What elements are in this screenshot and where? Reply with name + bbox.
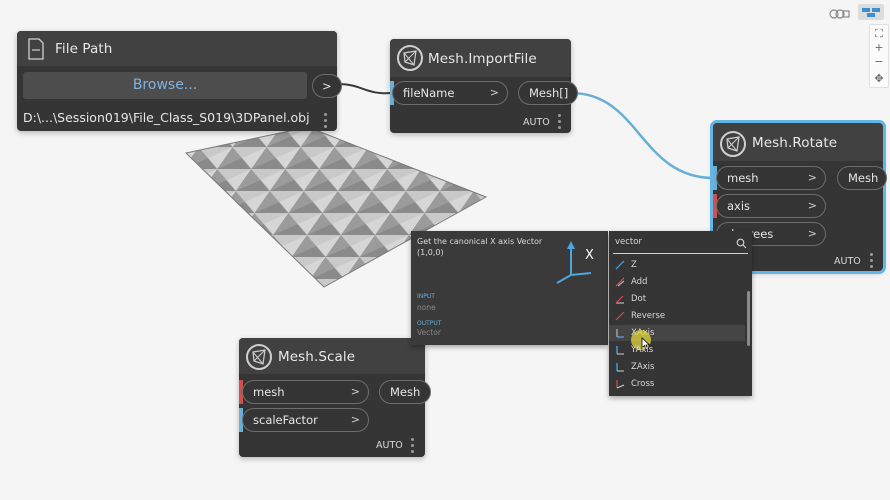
mesh-node-icon [720,131,746,157]
lacing-label: AUTO [376,440,403,451]
node-menu-icon[interactable] [411,438,414,456]
tooltip-description: Get the canonical X axis Vector [417,237,543,246]
vector-add-icon [615,277,625,286]
lacing-label: AUTO [834,256,861,267]
chevron-right-icon: > [489,86,499,99]
search-input[interactable]: vector [613,235,748,254]
mesh-node-icon [246,344,272,370]
browse-button[interactable]: Browse... [23,72,307,99]
vector-dot-icon [615,295,624,303]
mesh-node-icon [397,45,423,71]
chevron-right-icon: > [807,227,817,240]
tooltip-output-value: Vector [417,328,441,337]
node-title: Mesh.ImportFile [428,51,537,67]
node-search-panel: vector Z Add Dot Reverse XAxis YAxis ZAx… [609,231,752,396]
lacing-label: AUTO [523,117,550,128]
node-menu-icon[interactable] [558,114,561,132]
chevron-right-icon: > [807,199,817,212]
vector-reverse-icon [615,311,625,320]
search-result-zaxis[interactable]: ZAxis [615,359,654,375]
axis-input-port[interactable]: axis > [716,194,826,218]
search-result-add[interactable]: Add [615,274,647,290]
vector-xaxis-icon [616,328,624,338]
search-result-cross[interactable]: Cross [615,376,654,392]
wire-filepath-to-import [337,83,392,95]
node-title: File Path [55,41,113,57]
scalefactor-input-port[interactable]: scaleFactor > [242,408,369,432]
search-result-yaxis[interactable]: YAxis [615,342,653,358]
mesh-scale-node[interactable]: Mesh.Scale mesh > scaleFactor > Mesh AUTO [239,338,431,457]
chevron-right-icon: > [350,385,360,398]
file-path-value: D:\...\Session019\File_Class_S019\3DPane… [23,110,310,125]
vector-cross-icon [616,379,625,388]
search-result-dot[interactable]: Dot [615,291,646,307]
search-results-scrollbar[interactable] [747,291,750,346]
vector-zaxis-icon [616,362,624,371]
mesh-input-port[interactable]: mesh > [242,380,369,404]
mesh-importfile-node[interactable]: Mesh.ImportFile fileName > Mesh[] AUTO [390,39,578,133]
node-menu-icon[interactable] [324,113,327,131]
filename-input-port[interactable]: fileName > [392,81,508,105]
tooltip-input-value: none [417,303,436,312]
mesh-output-port[interactable]: Mesh [379,380,431,404]
node-title: Mesh.Scale [278,349,356,365]
search-result-reverse[interactable]: Reverse [615,308,665,324]
node-tooltip: Get the canonical X axis Vector (1,0,0) … [411,231,608,345]
browse-label: Browse... [132,77,198,93]
node-menu-icon[interactable] [870,253,873,271]
mesh-input-port[interactable]: mesh > [716,166,826,190]
wire-import-to-rotate [570,91,715,180]
tooltip-output-header: OUTPUT [417,320,442,327]
search-query: vector [615,237,642,247]
axis-label: X [585,248,594,263]
search-result-z[interactable]: Z [615,257,637,273]
chevron-right-icon: > [807,171,817,184]
search-icon[interactable] [736,238,747,249]
file-path-output-port[interactable]: > [312,74,342,98]
node-title: Mesh.Rotate [752,135,838,151]
mesh-output-port[interactable]: Mesh [837,166,887,190]
vector-z-icon [615,260,625,269]
vector-yaxis-icon [616,345,624,354]
chevron-right-icon: > [350,413,360,426]
tooltip-value: (1,0,0) [417,248,444,257]
mesh-array-output-port[interactable]: Mesh[] [518,81,578,105]
file-path-node[interactable]: File Path Browse... > D:\...\Session019\… [17,31,342,131]
tooltip-input-header: INPUT [417,293,435,300]
file-icon [28,38,44,60]
